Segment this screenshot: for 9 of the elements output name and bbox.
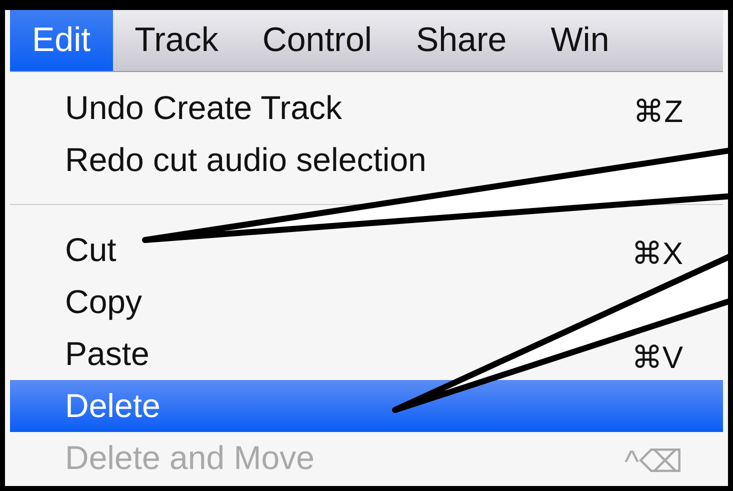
menu-item[interactable]: Undo Create Track ⌘Z: [10, 82, 723, 134]
menu-title[interactable]: Edit: [10, 10, 113, 71]
menu-title[interactable]: Share: [394, 10, 529, 71]
menu-title[interactable]: Track: [112, 10, 240, 71]
menu-title[interactable]: Control: [240, 10, 394, 71]
menu-item[interactable]: Paste ⌘V: [10, 328, 723, 380]
menu-item[interactable]: Delete: [10, 380, 723, 432]
menu-title[interactable]: Win: [528, 10, 632, 71]
menu-item[interactable]: Cut ⌘X: [10, 224, 723, 276]
